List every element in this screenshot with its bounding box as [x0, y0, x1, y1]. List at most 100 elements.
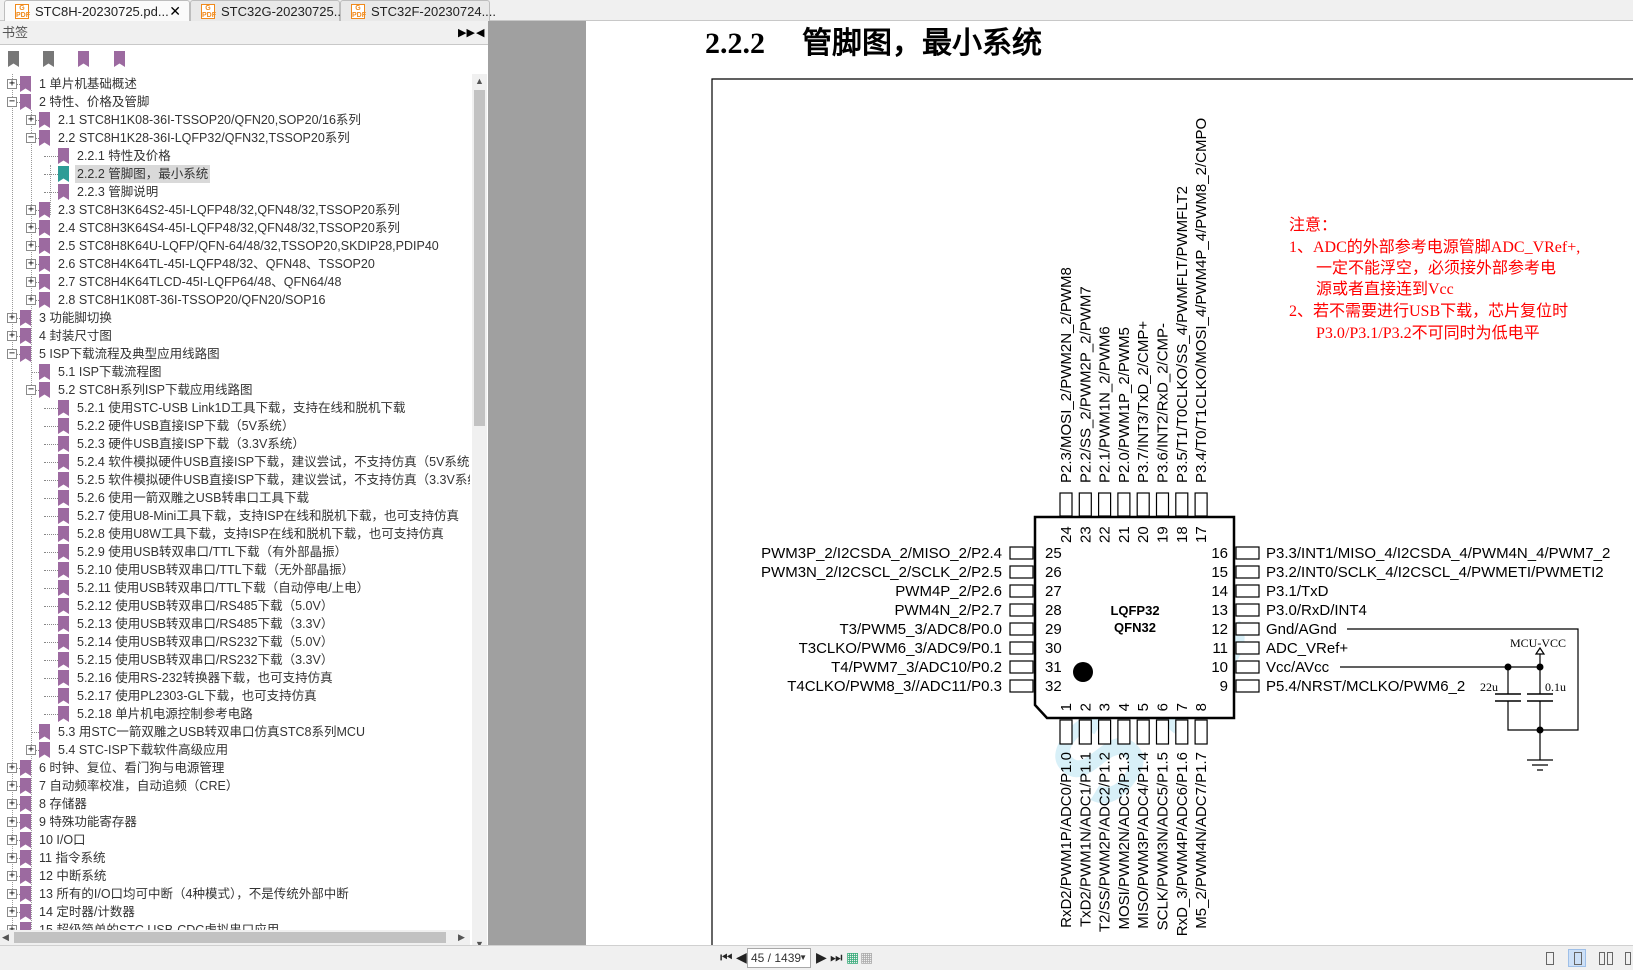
page-number-input[interactable]: 45 / 1439 ▼: [747, 948, 811, 968]
bookmark-item[interactable]: +7 自动频率校准，自动追频（CRE）: [0, 777, 470, 795]
previous-page-button[interactable]: ◀: [736, 949, 747, 966]
bookmark-item[interactable]: 5.2.4 软件模拟硬件USB直接ISP下载，建议尝试，不支持仿真（5V系统）: [0, 453, 470, 471]
expand-icon[interactable]: +: [7, 313, 17, 323]
bookmark-item[interactable]: +2.8 STC8H1K08T-36I-TSSOP20/QFN20/SOP16: [0, 291, 470, 309]
bookmark-item[interactable]: 5.2.17 使用PL2303-GL下载，也可支持仿真: [0, 687, 470, 705]
first-page-button[interactable]: ⏮: [720, 949, 733, 966]
bookmark-item[interactable]: − 5 ISP下载流程及典型应用线路图: [0, 345, 470, 363]
bookmark-item[interactable]: 5.3 用STC一箭双雕之USB转双串口仿真STC8系列MCU: [0, 723, 470, 741]
expand-icon[interactable]: +: [26, 295, 36, 305]
bookmark-item[interactable]: +2.6 STC8H4K64TL-45I-LQFP48/32、QFN48、TSS…: [0, 255, 470, 273]
go-forward-view-icon[interactable]: ▦: [860, 949, 873, 966]
tab-stc8h[interactable]: G PDF STC8H-20230725.pd... ✕: [4, 0, 190, 21]
bookmark-item[interactable]: 5.2.8 使用U8W工具下载，支持ISP在线和脱机下载，也可支持仿真: [0, 525, 470, 543]
scroll-left-icon[interactable]: ◀: [2, 932, 9, 943]
horizontal-scrollbar[interactable]: ◀ ▶: [0, 930, 470, 945]
tab-stc32g[interactable]: G PDF STC32G-20230725....: [190, 0, 348, 21]
bookmark-item[interactable]: 5.2.10 使用USB转双串口/TTL下载（无外部晶振）: [0, 561, 470, 579]
close-tab-icon[interactable]: ✕: [169, 1, 181, 22]
tab-stc32f[interactable]: G PDF STC32F-20230724....: [340, 0, 496, 21]
scroll-up-icon[interactable]: ▲: [475, 76, 484, 86]
bookmark-item[interactable]: +12 中断系统: [0, 867, 470, 885]
bookmark-item[interactable]: +4 封装尺寸图: [0, 327, 470, 345]
continuous-view-icon[interactable]: [1568, 949, 1586, 967]
delete-bookmark-icon[interactable]: [8, 51, 22, 68]
bookmark-item[interactable]: +2.4 STC8H3K64S4-45I-LQFP48/32,QFN48/32,…: [0, 219, 470, 237]
chevron-down-icon[interactable]: ▼: [799, 949, 807, 967]
bookmark-item[interactable]: +14 定时器/计数器: [0, 903, 470, 921]
bookmark-item[interactable]: 5.2.18 单片机电源控制参考电路: [0, 705, 470, 723]
bookmark-item[interactable]: 5.2.15 使用USB转双串口/RS232下载（3.3V）: [0, 651, 470, 669]
go-to-bookmark-icon[interactable]: [78, 51, 92, 68]
expand-icon[interactable]: +: [7, 853, 17, 863]
scroll-thumb[interactable]: [14, 932, 446, 943]
expand-icon[interactable]: +: [7, 799, 17, 809]
expand-icon[interactable]: +: [7, 889, 17, 899]
collapse-panel-icon[interactable]: ◀: [476, 21, 484, 45]
bookmark-item[interactable]: 5.2.7 使用U8-Mini工具下载，支持ISP在线和脱机下载，也可支持仿真: [0, 507, 470, 525]
bookmark-item[interactable]: 2.2.2 管脚图，最小系统: [0, 165, 470, 183]
expand-icon[interactable]: +: [26, 277, 36, 287]
expand-icon[interactable]: +: [26, 205, 36, 215]
bookmark-item[interactable]: 5.2.3 硬件USB直接ISP下载（3.3V系统）: [0, 435, 470, 453]
bookmark-item[interactable]: 5.2.6 使用一箭双雕之USB转串口工具下载: [0, 489, 470, 507]
bookmark-item[interactable]: 5.1 ISP下载流程图: [0, 363, 470, 381]
expand-icon[interactable]: +: [26, 241, 36, 251]
next-page-button[interactable]: ▶: [816, 949, 827, 966]
bookmark-item[interactable]: +8 存储器: [0, 795, 470, 813]
bookmark-item[interactable]: +5.4 STC-ISP下载软件高级应用: [0, 741, 470, 759]
expand-icon[interactable]: +: [7, 907, 17, 917]
bookmark-item[interactable]: 5.2.14 使用USB转双串口/RS232下载（5.0V）: [0, 633, 470, 651]
bookmark-item[interactable]: 5.2.1 使用STC-USB Link1D工具下载，支持在线和脱机下载: [0, 399, 470, 417]
add-bookmark-icon[interactable]: [43, 51, 57, 68]
last-page-button[interactable]: ⏭: [830, 949, 843, 966]
bookmark-item[interactable]: +2.1 STC8H1K08-36I-TSSOP20/QFN20,SOP20/1…: [0, 111, 470, 129]
expand-icon[interactable]: +: [26, 115, 36, 125]
bookmark-item[interactable]: +2.7 STC8H4K64TLCD-45I-LQFP64/48、QFN64/4…: [0, 273, 470, 291]
expand-icon[interactable]: +: [7, 331, 17, 341]
vertical-scrollbar[interactable]: ▲ ▼: [472, 74, 487, 951]
expand-icon[interactable]: +: [26, 745, 36, 755]
scroll-thumb[interactable]: [474, 90, 485, 426]
expand-bookmark-icon[interactable]: [114, 51, 128, 68]
bookmark-item[interactable]: − 5.2 STC8H系列ISP下载应用线路图: [0, 381, 470, 399]
bookmark-item[interactable]: +6 时钟、复位、看门狗与电源管理: [0, 759, 470, 777]
bookmark-item[interactable]: +13 所有的I/O口均可中断（4种模式），不是传统外部中断: [0, 885, 470, 903]
continuous-facing-view-icon[interactable]: [1622, 949, 1633, 967]
bookmark-item[interactable]: 5.2.13 使用USB转双串口/RS485下载（3.3V）: [0, 615, 470, 633]
expand-panel-icon[interactable]: ▶▶: [458, 21, 475, 45]
bookmark-item[interactable]: +11 指令系统: [0, 849, 470, 867]
expand-icon[interactable]: +: [26, 259, 36, 269]
bookmark-item[interactable]: +10 I/O口: [0, 831, 470, 849]
bookmark-item[interactable]: − 2 特性、价格及管脚: [0, 93, 470, 111]
bookmark-item[interactable]: +3 功能脚切换: [0, 309, 470, 327]
expand-icon[interactable]: +: [7, 763, 17, 773]
bookmark-item[interactable]: 5.2.2 硬件USB直接ISP下载（5V系统）: [0, 417, 470, 435]
bookmark-item[interactable]: +2.3 STC8H3K64S2-45I-LQFP48/32,QFN48/32,…: [0, 201, 470, 219]
bookmark-item[interactable]: 5.2.16 使用RS-232转换器下载，也可支持仿真: [0, 669, 470, 687]
collapse-icon[interactable]: −: [7, 97, 17, 107]
collapse-icon[interactable]: −: [7, 349, 17, 359]
bookmark-item[interactable]: 5.2.12 使用USB转双串口/RS485下载（5.0V）: [0, 597, 470, 615]
bookmark-item[interactable]: 2.2.3 管脚说明: [0, 183, 470, 201]
bookmark-item[interactable]: 2.2.1 特性及价格: [0, 147, 470, 165]
expand-icon[interactable]: +: [7, 79, 17, 89]
bookmark-item[interactable]: 5.2.5 软件模拟硬件USB直接ISP下载，建议尝试，不支持仿真（3.3V系统…: [0, 471, 470, 489]
expand-icon[interactable]: +: [7, 835, 17, 845]
go-back-view-icon[interactable]: ▦: [846, 949, 859, 966]
bookmark-item[interactable]: 5.2.9 使用USB转双串口/TTL下载（有外部晶振）: [0, 543, 470, 561]
bookmark-item[interactable]: − 2.2 STC8H1K28-36I-LQFP32/QFN32,TSSOP20系…: [0, 129, 470, 147]
bookmark-item[interactable]: 5.2.11 使用USB转双串口/TTL下载（自动停电/上电）: [0, 579, 470, 597]
expand-icon[interactable]: +: [7, 781, 17, 791]
collapse-icon[interactable]: −: [26, 133, 36, 143]
single-page-view-icon[interactable]: [1540, 949, 1558, 967]
scroll-right-icon[interactable]: ▶: [458, 932, 465, 943]
bookmark-item[interactable]: +1 单片机基础概述: [0, 75, 470, 93]
bookmark-item[interactable]: +2.5 STC8H8K64U-LQFP/QFN-64/48/32,TSSOP2…: [0, 237, 470, 255]
bookmark-item[interactable]: +9 特殊功能寄存器: [0, 813, 470, 831]
expand-icon[interactable]: +: [26, 223, 36, 233]
facing-view-icon[interactable]: [1596, 949, 1614, 967]
expand-icon[interactable]: +: [7, 871, 17, 881]
collapse-icon[interactable]: −: [26, 385, 36, 395]
expand-icon[interactable]: +: [7, 817, 17, 827]
